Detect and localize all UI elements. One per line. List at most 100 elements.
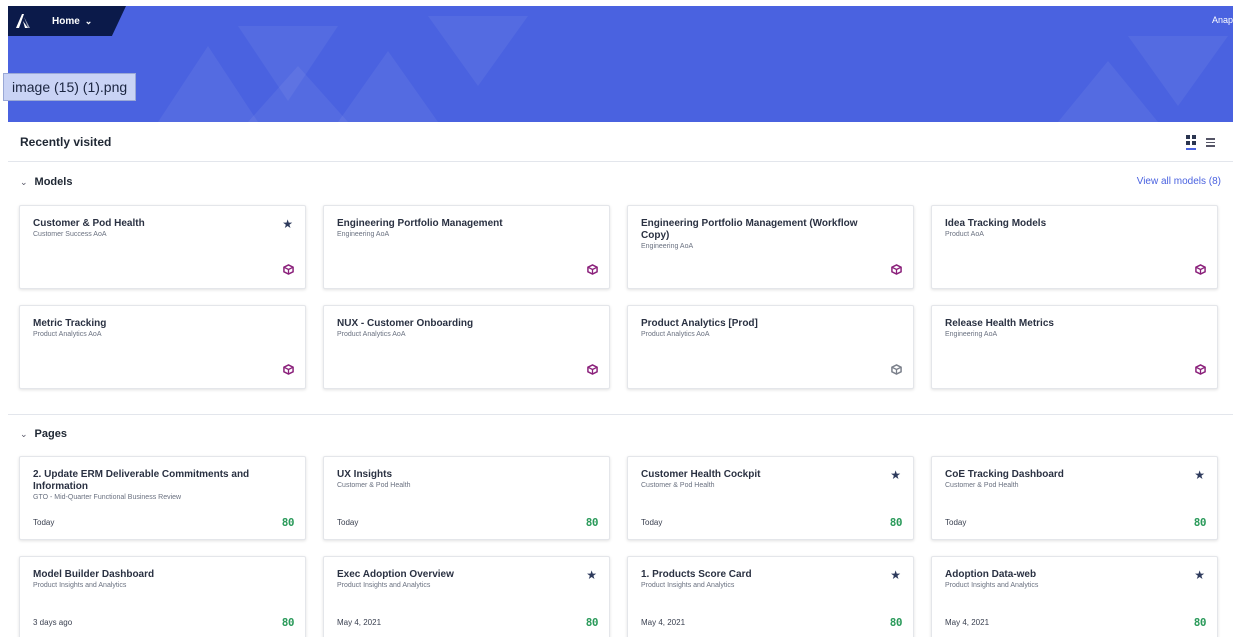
favorite-star-icon[interactable]: ★ <box>890 568 901 582</box>
page-card[interactable]: 1. Products Score Card Product Insights … <box>627 556 914 637</box>
model-title: Engineering Portfolio Management (Workfl… <box>641 218 858 241</box>
chevron-down-icon: ⌄ <box>20 176 28 187</box>
model-subtitle: Product Analytics AoA <box>641 331 710 338</box>
model-title: Idea Tracking Models <box>945 218 1047 229</box>
models-grid: Customer & Pod Health Customer Success A… <box>19 205 1218 389</box>
favorite-star-icon[interactable]: ★ <box>890 468 901 482</box>
model-subtitle: Product AoA <box>945 231 984 238</box>
page-title: CoE Tracking Dashboard <box>945 469 1064 480</box>
page-date: Today <box>641 518 663 527</box>
model-title: Customer & Pod Health <box>33 218 145 229</box>
filename-overlay: image (15) (1).png <box>3 73 137 101</box>
dashboard-page-icon: 80 <box>1193 516 1207 529</box>
page-card[interactable]: Adoption Data-web Product Insights and A… <box>931 556 1218 637</box>
header-banner: Home ⌄ Anap <box>8 6 1233 122</box>
model-card[interactable]: Engineering Portfolio Management Enginee… <box>323 205 610 289</box>
recently-visited-bar: Recently visited <box>8 122 1233 162</box>
app-logo[interactable] <box>8 6 38 36</box>
model-card[interactable]: Product Analytics [Prod] Product Analyti… <box>627 305 914 389</box>
page-title: 1. Products Score Card <box>641 569 752 580</box>
page-date: May 4, 2021 <box>337 618 382 627</box>
page-card[interactable]: Customer Health Cockpit Customer & Pod H… <box>627 456 914 540</box>
model-title: Engineering Portfolio Management <box>337 218 503 229</box>
page-subtitle: Customer & Pod Health <box>337 482 411 489</box>
page-subtitle: Product Insights and Analytics <box>641 582 735 589</box>
dashboard-page-icon: 80 <box>585 516 599 529</box>
model-title: Metric Tracking <box>33 318 107 329</box>
page-date: Today <box>337 518 359 527</box>
favorite-star-icon[interactable]: ★ <box>1194 568 1205 582</box>
favorite-star-icon[interactable]: ★ <box>282 217 293 231</box>
page-subtitle: Product Insights and Analytics <box>337 582 431 589</box>
pages-section-toggle[interactable]: ⌄ Pages <box>20 428 67 440</box>
page-subtitle: Customer & Pod Health <box>641 482 715 489</box>
model-subtitle: Product Analytics AoA <box>337 331 406 338</box>
page-date: Today <box>33 518 55 527</box>
chevron-down-icon: ⌄ <box>20 428 28 439</box>
recently-visited-title: Recently visited <box>20 134 112 149</box>
model-cube-icon <box>283 362 294 380</box>
model-subtitle: Engineering AoA <box>337 231 390 238</box>
dashboard-page-icon: 80 <box>281 516 295 529</box>
dashboard-page-icon: 80 <box>1193 616 1207 629</box>
page-card[interactable]: Model Builder Dashboard Product Insights… <box>19 556 306 637</box>
model-subtitle: Engineering AoA <box>641 243 694 250</box>
page-title: Adoption Data-web <box>945 569 1037 580</box>
model-subtitle: Engineering AoA <box>945 331 998 338</box>
page-title: Exec Adoption Overview <box>337 569 454 580</box>
model-title: NUX - Customer Onboarding <box>337 318 474 329</box>
dashboard-page-icon: 80 <box>281 616 295 629</box>
page-card[interactable]: UX Insights Customer & Pod Health Today … <box>323 456 610 540</box>
page-title: 2. Update ERM Deliverable Commitments an… <box>33 469 250 492</box>
model-cube-icon <box>587 262 598 280</box>
page-date: May 4, 2021 <box>945 618 990 627</box>
model-cube-gray-icon <box>891 362 902 380</box>
view-all-models-link[interactable]: View all models (8) <box>1137 176 1221 187</box>
chevron-down-icon: ⌄ <box>84 15 93 26</box>
page-date: May 4, 2021 <box>641 618 686 627</box>
model-title: Release Health Metrics <box>945 318 1054 329</box>
page-title: UX Insights <box>337 469 393 480</box>
account-name[interactable]: Anap <box>1212 15 1233 25</box>
model-card[interactable]: Idea Tracking Models Product AoA <box>931 205 1218 289</box>
models-section-toggle[interactable]: ⌄ Models <box>20 176 72 188</box>
model-cube-icon <box>1195 262 1206 280</box>
favorite-star-icon[interactable]: ★ <box>586 568 597 582</box>
view-toggles <box>1186 135 1215 150</box>
banner-pattern <box>158 16 1228 122</box>
page-card[interactable]: CoE Tracking Dashboard Customer & Pod He… <box>931 456 1218 540</box>
page-card[interactable]: 2. Update ERM Deliverable Commitments an… <box>19 456 306 540</box>
dashboard-page-icon: 80 <box>889 616 903 629</box>
model-card[interactable]: Release Health Metrics Engineering AoA <box>931 305 1218 389</box>
model-cube-icon <box>587 362 598 380</box>
home-menu-button[interactable]: Home ⌄ <box>38 6 126 36</box>
favorite-star-icon[interactable]: ★ <box>1194 468 1205 482</box>
logo-icon <box>16 14 30 28</box>
grid-view-icon[interactable] <box>1186 135 1196 150</box>
section-divider <box>8 414 1233 415</box>
list-view-icon[interactable] <box>1206 138 1215 147</box>
model-card[interactable]: NUX - Customer Onboarding Product Analyt… <box>323 305 610 389</box>
pages-grid: 2. Update ERM Deliverable Commitments an… <box>19 456 1218 637</box>
page-subtitle: Customer & Pod Health <box>945 482 1019 489</box>
page-subtitle: Product Insights and Analytics <box>945 582 1039 589</box>
page-date: 3 days ago <box>33 618 73 627</box>
model-cube-icon <box>891 262 902 280</box>
model-subtitle: Product Analytics AoA <box>33 331 102 338</box>
home-menu-label: Home <box>52 15 80 27</box>
model-card[interactable]: Engineering Portfolio Management (Workfl… <box>627 205 914 289</box>
dashboard-page-icon: 80 <box>889 516 903 529</box>
page-title: Model Builder Dashboard <box>33 569 155 580</box>
models-heading: Models <box>34 176 73 188</box>
model-card[interactable]: Customer & Pod Health Customer Success A… <box>19 205 306 289</box>
page-card[interactable]: Exec Adoption Overview Product Insights … <box>323 556 610 637</box>
dashboard-page-icon: 80 <box>585 616 599 629</box>
model-subtitle: Customer Success AoA <box>33 231 107 238</box>
model-title: Product Analytics [Prod] <box>641 318 758 329</box>
pages-heading: Pages <box>34 428 67 440</box>
model-cube-icon <box>283 262 294 280</box>
model-cube-icon <box>1195 362 1206 380</box>
model-card[interactable]: Metric Tracking Product Analytics AoA <box>19 305 306 389</box>
page-title: Customer Health Cockpit <box>641 469 761 480</box>
page-subtitle: Product Insights and Analytics <box>33 582 127 589</box>
